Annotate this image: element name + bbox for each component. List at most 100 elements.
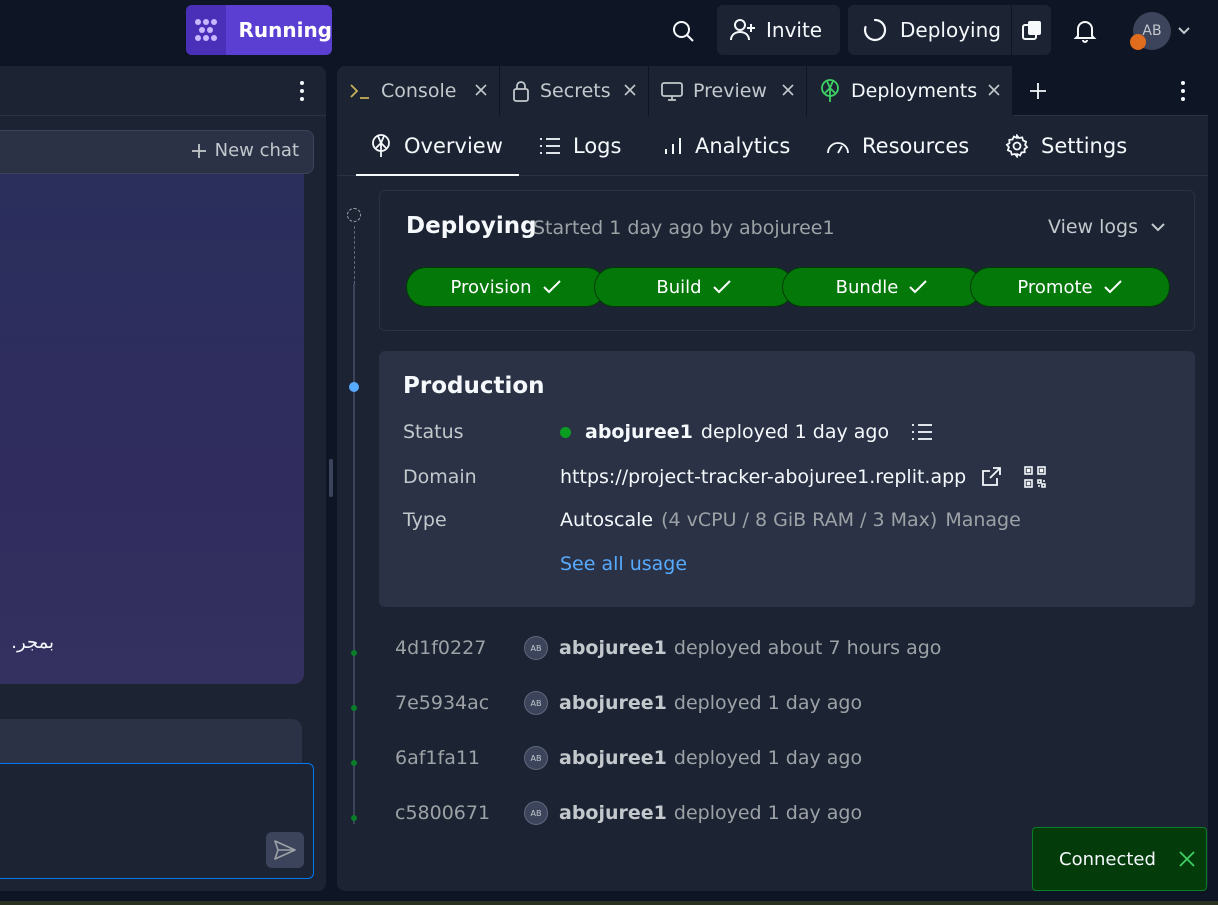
deployment-history-row[interactable]: c5800671 AB abojuree1 deployed 1 day ago <box>395 798 862 828</box>
step-label: Promote <box>1017 276 1093 298</box>
subtab-analytics[interactable]: Analytics <box>663 116 790 176</box>
deploy-steps: Provision Build Bundle Promote <box>406 267 1170 307</box>
bar-chart-icon <box>665 138 681 154</box>
close-icon[interactable] <box>780 82 796 98</box>
deployment-history-row[interactable]: 6af1fa11 AB abojuree1 deployed 1 day ago <box>395 743 862 773</box>
step-promote: Promote <box>970 267 1170 307</box>
subtab-label: Settings <box>1041 134 1128 158</box>
spinner-icon <box>863 18 887 42</box>
left-panel-menu-button[interactable] <box>290 79 314 103</box>
deployment-history-row[interactable]: 4d1f0227 AB abojuree1 deployed about 7 h… <box>395 633 941 663</box>
qr-code-icon[interactable] <box>1024 466 1047 488</box>
see-all-usage-link[interactable]: See all usage <box>560 553 687 575</box>
tab-console[interactable]: Console <box>337 66 500 116</box>
deploying-title: Deploying <box>406 213 537 239</box>
commit-sha: 7e5934ac <box>395 692 490 714</box>
invite-button[interactable]: Invite <box>717 5 840 55</box>
tab-bar: Console Secrets Preview Deployments <box>337 66 1208 116</box>
run-label: Running <box>238 18 332 42</box>
tab-label: Preview <box>693 80 767 102</box>
send-button[interactable] <box>266 832 304 868</box>
plus-icon[interactable] <box>1027 80 1049 102</box>
subtab-label: Overview <box>404 134 503 158</box>
close-icon[interactable] <box>473 82 489 98</box>
ai-chat-panel: New chat بمجر. <box>0 66 326 891</box>
run-button[interactable]: Running <box>186 5 332 55</box>
step-label: Bundle <box>835 276 899 298</box>
deployments-panel: Console Secrets Preview Deployments Over… <box>337 66 1208 891</box>
view-logs-button[interactable]: View logs <box>1048 216 1166 238</box>
run-logo-icon <box>186 5 227 55</box>
status-dot <box>560 426 571 438</box>
chevron-down-icon <box>1178 27 1190 35</box>
more-vertical-icon[interactable] <box>1171 79 1195 103</box>
external-link-icon[interactable] <box>980 466 1002 488</box>
add-user-icon <box>730 19 755 41</box>
plus-icon <box>191 143 206 158</box>
lock-icon <box>513 81 529 102</box>
timeline-marker <box>351 760 357 766</box>
step-label: Provision <box>450 276 532 298</box>
tab-deployments[interactable]: Deployments <box>807 66 1013 116</box>
avatar: AB <box>524 746 548 770</box>
notifications-button[interactable] <box>1068 14 1102 48</box>
subtab-resources[interactable]: Resources <box>826 116 969 176</box>
history-user: abojuree1 <box>559 692 667 714</box>
close-icon[interactable] <box>622 82 638 98</box>
check-icon <box>712 280 731 294</box>
avatar: AB <box>524 801 548 825</box>
tab-label: Deployments <box>851 80 978 102</box>
chat-message-text: بمجر. <box>11 632 54 653</box>
list-icon[interactable] <box>911 423 933 441</box>
history-user: abojuree1 <box>559 802 667 824</box>
manage-link[interactable]: Manage <box>945 509 1020 531</box>
user-menu[interactable]: AB <box>1130 12 1193 52</box>
bell-icon <box>1073 21 1097 43</box>
close-icon[interactable] <box>986 82 1002 98</box>
timeline-current-marker <box>349 382 359 392</box>
panel-resize-handle[interactable] <box>329 459 333 497</box>
type-name: Autoscale <box>560 509 654 531</box>
deploying-status[interactable]: Deploying <box>848 5 1011 55</box>
gear-icon <box>1005 134 1029 158</box>
deployment-subnav: Overview Logs Analytics Resources Settin… <box>337 116 1208 176</box>
step-bundle: Bundle <box>782 267 982 307</box>
status-label: Status <box>403 421 464 443</box>
chat-header-bar: New chat <box>0 130 314 174</box>
toast-label: Connected <box>1059 848 1156 870</box>
tab-preview[interactable]: Preview <box>649 66 807 116</box>
subtab-overview[interactable]: Overview <box>356 116 519 176</box>
copy-deploy-button[interactable] <box>1012 19 1051 41</box>
check-icon <box>542 280 561 294</box>
avatar-badge <box>1130 34 1146 50</box>
deploying-card: Deploying Started 1 day ago by abojuree1… <box>379 190 1195 331</box>
production-card: Production Status abojuree1 deployed 1 d… <box>379 351 1195 607</box>
history-text: deployed 1 day ago <box>673 747 863 769</box>
top-bar: Running Invite Deploying AB <box>0 0 1218 62</box>
type-detail: (4 vCPU / 8 GiB RAM / 3 Max) <box>661 509 938 531</box>
domain-link[interactable]: https://project-tracker-abojuree1.replit… <box>560 466 966 488</box>
history-user: abojuree1 <box>559 637 667 659</box>
history-text: deployed about 7 hours ago <box>673 637 942 659</box>
timeline-marker <box>351 815 357 821</box>
deploying-button[interactable]: Deploying <box>848 5 1051 55</box>
deployments-icon <box>821 79 839 102</box>
search-button[interactable] <box>666 14 700 48</box>
more-vertical-icon <box>300 81 304 101</box>
deploying-label: Deploying <box>900 18 1001 42</box>
check-icon <box>1103 280 1122 294</box>
view-logs-label: View logs <box>1048 216 1138 238</box>
new-chat-button[interactable]: New chat <box>191 140 299 161</box>
deployment-history-row[interactable]: 7e5934ac AB abojuree1 deployed 1 day ago <box>395 688 862 718</box>
type-value: Autoscale (4 vCPU / 8 GiB RAM / 3 Max) M… <box>560 509 1021 531</box>
timeline-marker <box>351 650 357 656</box>
history-text: deployed 1 day ago <box>673 802 863 824</box>
terminal-icon <box>350 84 369 99</box>
close-icon[interactable] <box>1178 850 1196 868</box>
tab-secrets[interactable]: Secrets <box>500 66 649 116</box>
chevron-down-icon <box>1151 223 1165 232</box>
subtab-logs[interactable]: Logs <box>539 116 621 176</box>
history-user: abojuree1 <box>559 747 667 769</box>
subtab-settings[interactable]: Settings <box>1005 116 1127 176</box>
subtab-label: Logs <box>573 134 622 158</box>
